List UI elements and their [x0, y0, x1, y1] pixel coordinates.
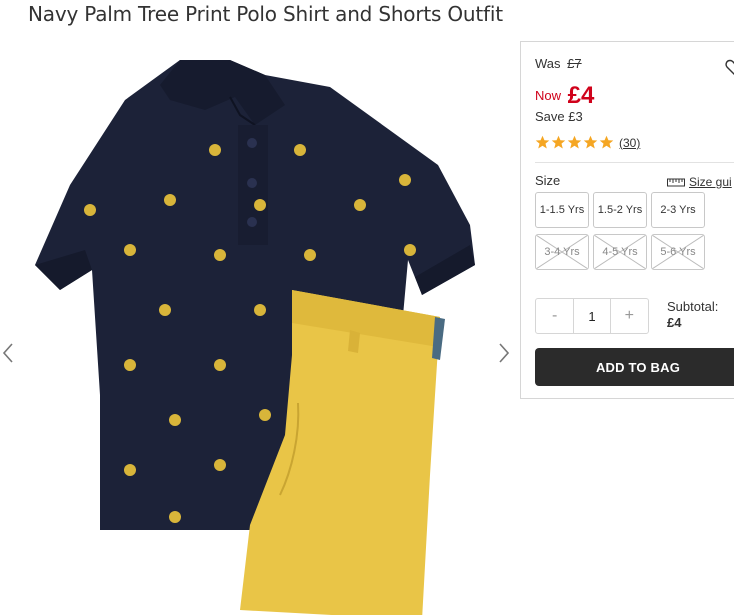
subtotal-label: Subtotal: [667, 299, 719, 314]
product-gallery [0, 40, 520, 615]
size-option-2-3-yrs[interactable]: 2-3 Yrs [651, 192, 705, 228]
size-guide-link[interactable]: Size gui [667, 175, 732, 189]
subtotal-amount: £4 [667, 315, 682, 330]
quantity-stepper: - 1 + [535, 298, 649, 334]
star-icon [567, 135, 582, 149]
quantity-input[interactable]: 1 [573, 299, 611, 333]
product-rating[interactable]: (30) [535, 135, 640, 150]
was-price-value: £7 [567, 56, 582, 71]
page-title: Navy Palm Tree Print Polo Shirt and Shor… [28, 2, 503, 26]
ruler-icon [667, 178, 685, 187]
size-option-4-5-yrs-unavailable[interactable]: 4-5 Yrs [593, 234, 647, 270]
subtotal: Subtotal: £4 [667, 299, 718, 331]
polo-shirt-and-shorts-image [35, 60, 475, 615]
divider [535, 162, 734, 163]
next-image-arrow-icon[interactable] [494, 340, 512, 366]
savings-text: Save £3 [535, 109, 583, 124]
star-icon [599, 135, 614, 149]
size-option-1-1-5-yrs[interactable]: 1-1.5 Yrs [535, 192, 589, 228]
now-label: Now [535, 88, 562, 103]
review-count-link[interactable]: (30) [619, 136, 640, 150]
now-price-value: £4 [567, 82, 595, 109]
star-icon [583, 135, 598, 149]
was-price: Was £7 [535, 56, 582, 71]
size-guide-label: Size gui [689, 175, 732, 189]
size-option-1-5-2-yrs[interactable]: 1.5-2 Yrs [593, 192, 647, 228]
star-icon [535, 135, 550, 149]
was-label: Was [535, 56, 561, 71]
size-label: Size [535, 173, 561, 188]
increase-quantity-button[interactable]: + [611, 299, 648, 333]
previous-image-arrow-icon[interactable] [0, 340, 18, 366]
star-icon [551, 135, 566, 149]
decrease-quantity-button[interactable]: - [536, 299, 573, 333]
add-to-bag-button[interactable]: ADD TO BAG [535, 348, 734, 386]
purchase-panel: Was £7 Now £4 Save £3 (30) Size Size gui… [520, 41, 734, 399]
now-price: Now £4 [535, 79, 595, 109]
wishlist-heart-icon[interactable] [725, 58, 734, 76]
size-option-5-6-yrs-unavailable[interactable]: 5-6 Yrs [651, 234, 705, 270]
size-option-3-4-yrs-unavailable[interactable]: 3-4 Yrs [535, 234, 589, 270]
